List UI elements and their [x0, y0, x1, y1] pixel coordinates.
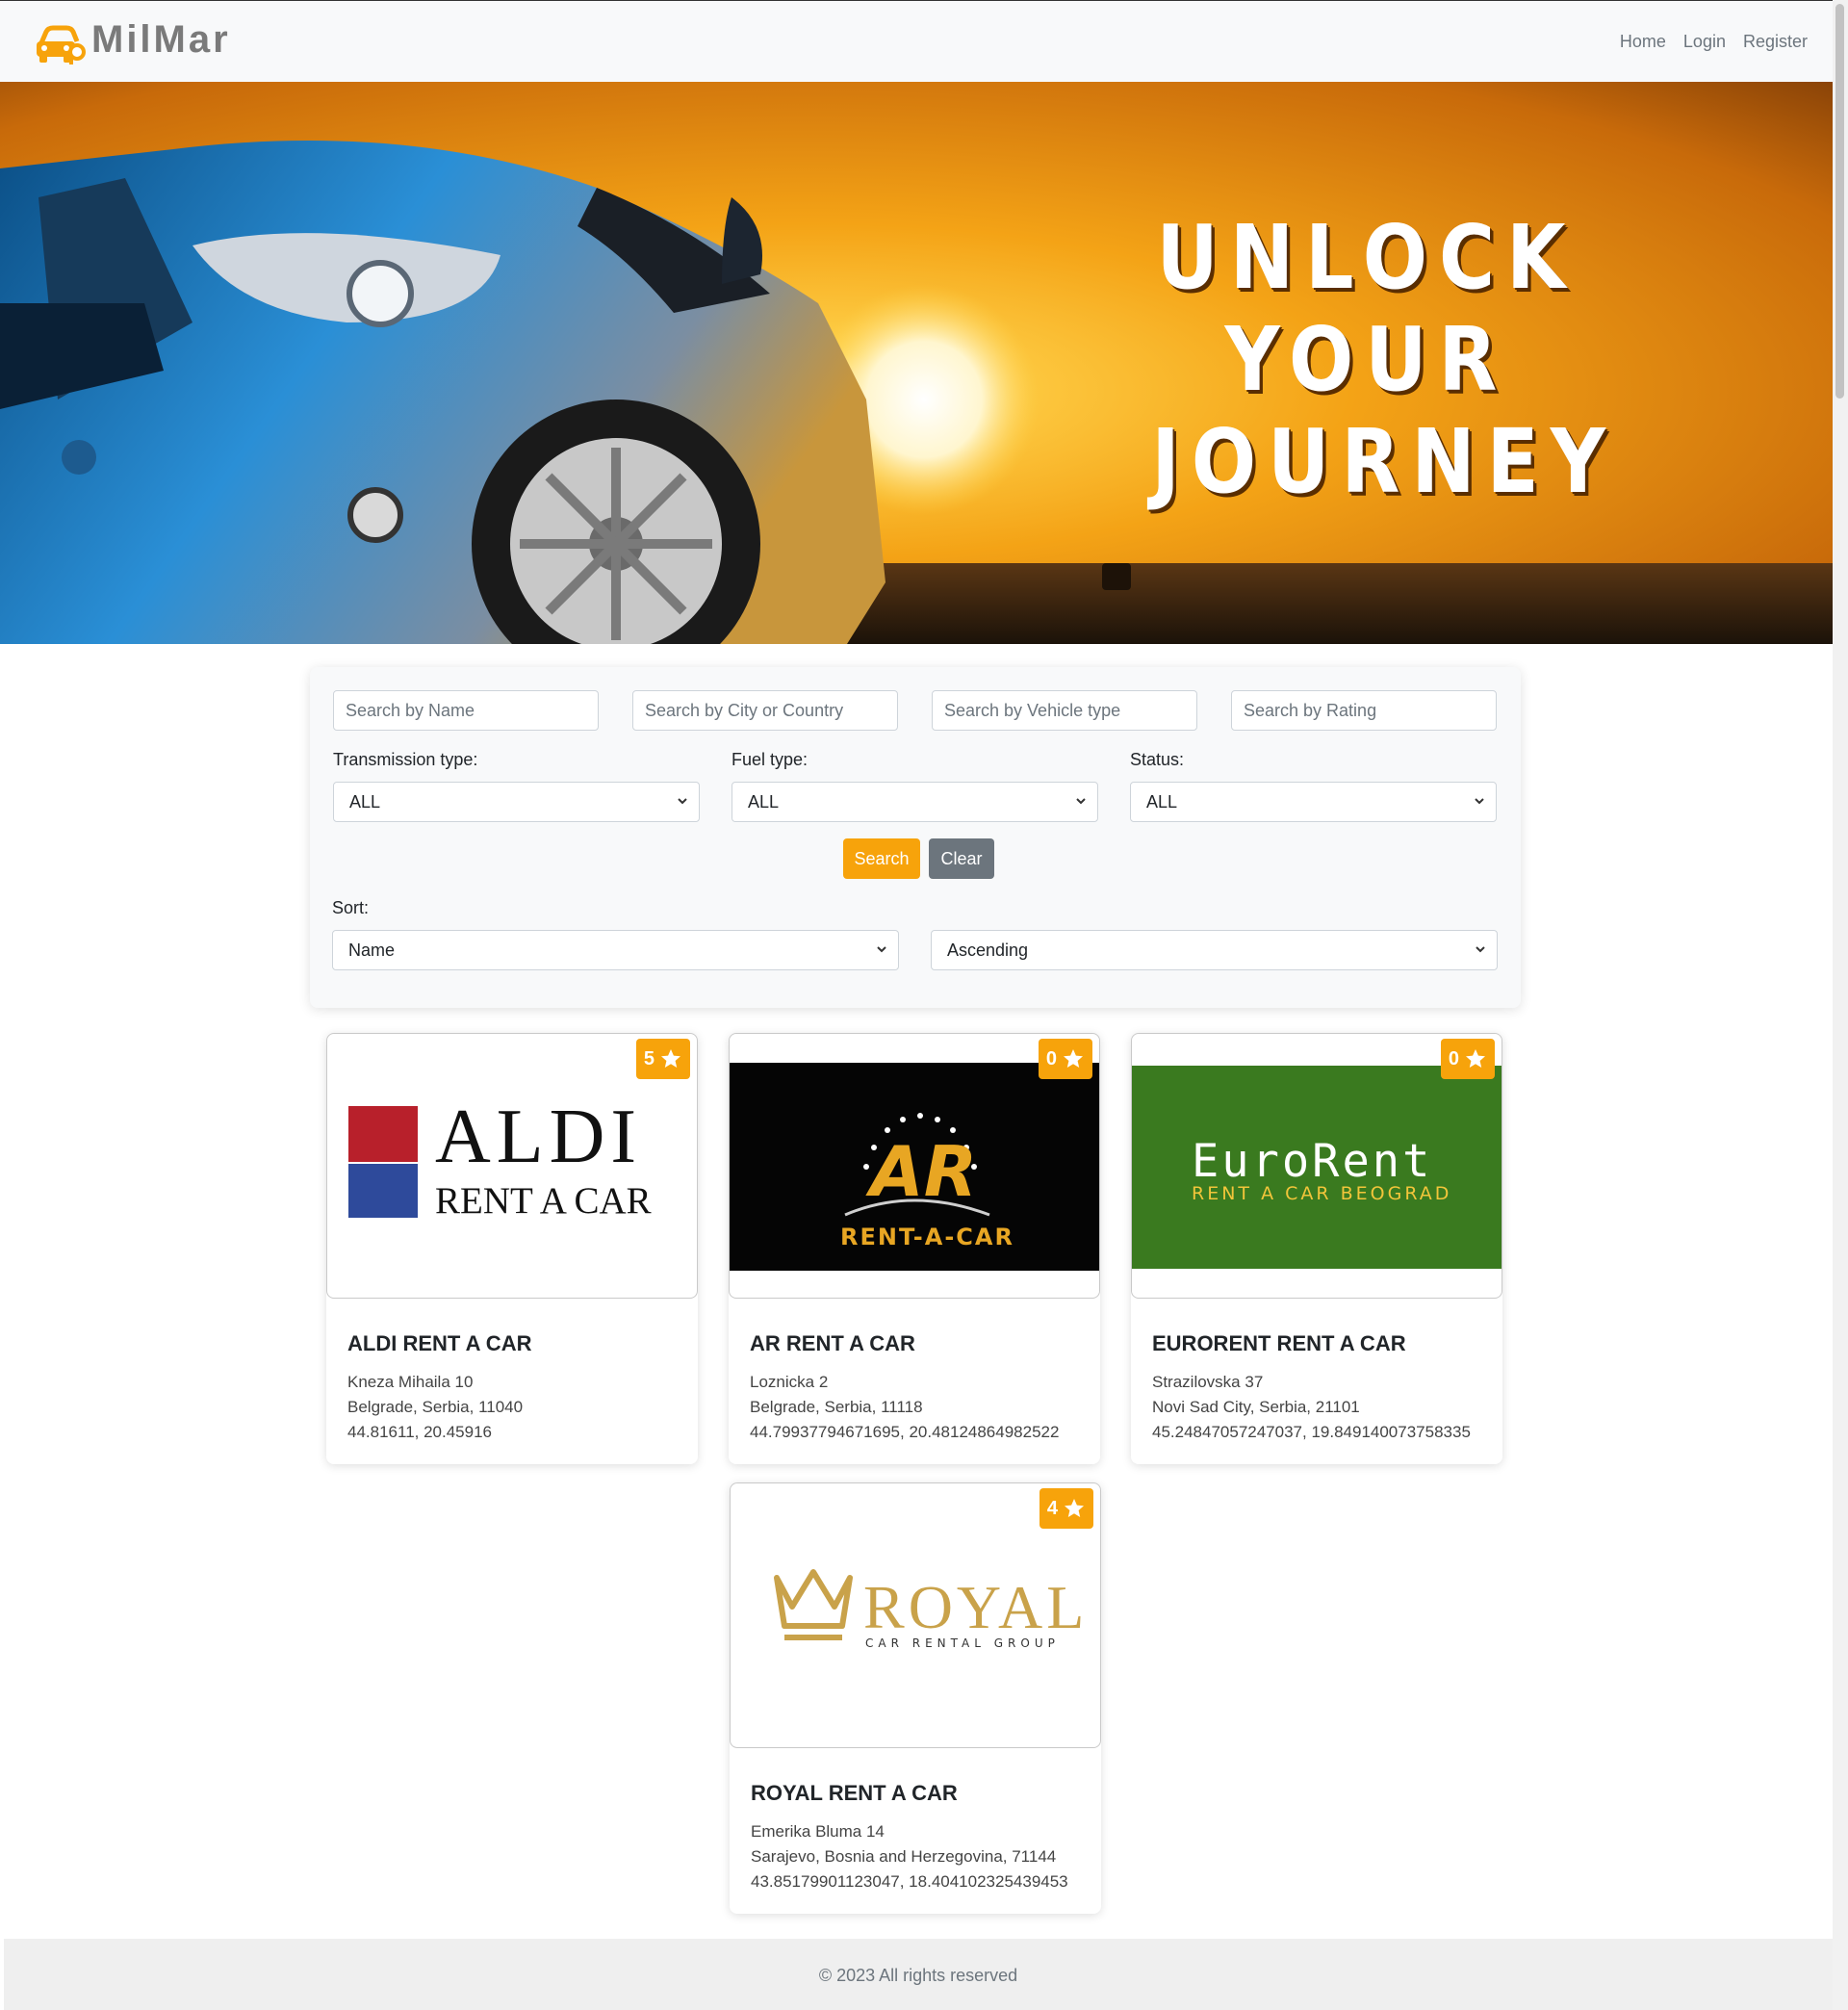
agency-city: Belgrade, Serbia, 11040: [347, 1398, 524, 1416]
agency-card[interactable]: AR RENT-A-CAR 0 AR RENT A CAR Loznicka 2…: [729, 1033, 1100, 1464]
star-icon: [661, 1049, 680, 1068]
agency-card[interactable]: EuroRent RENT A CAR BEOGRAD 0 EURORENT R…: [1131, 1033, 1502, 1464]
rating-badge: 5: [635, 1039, 690, 1079]
search-rating-input[interactable]: [1231, 690, 1497, 731]
agency-card[interactable]: ALDI RENT A CAR 5 ALDI RENT A CAR Kneza …: [326, 1033, 698, 1464]
status-select[interactable]: ALL: [1130, 782, 1497, 822]
nav-links: Home Login Register: [1620, 32, 1808, 52]
sort-order-value: Ascending: [947, 940, 1029, 960]
rating-badge: 0: [1038, 1039, 1092, 1079]
sort-order-select[interactable]: Ascending: [931, 930, 1498, 970]
aldi-logo-line-2: RENT A CAR: [435, 1180, 652, 1222]
clear-button[interactable]: Clear: [929, 838, 994, 879]
royal-logo-line-2: CAR RENTAL GROUP: [865, 1636, 1060, 1650]
brand-name[interactable]: MilMar: [91, 18, 231, 62]
aldi-logo-line-1: ALDI: [435, 1095, 642, 1179]
fuel-label: Fuel type:: [732, 750, 808, 769]
search-filter-panel: Transmission type: Fuel type: Status: AL…: [310, 667, 1521, 1008]
eurorent-logo-line-1: EuroRent: [1192, 1135, 1432, 1188]
royal-logo-line-1: ROYAL: [863, 1573, 1088, 1641]
sort-field-select[interactable]: Name: [332, 930, 899, 970]
car-key-icon[interactable]: [35, 20, 87, 64]
transmission-select-value: ALL: [349, 791, 381, 812]
agency-city: Belgrade, Serbia, 11118: [750, 1398, 923, 1416]
agency-name[interactable]: EURORENT RENT A CAR: [1152, 1331, 1406, 1356]
chevron-down-icon: [1476, 946, 1485, 953]
hero-line-1: UNLOCK: [1156, 206, 1578, 309]
agency-street: Strazilovska 37: [1152, 1373, 1264, 1391]
search-vehicle-input[interactable]: [932, 690, 1197, 731]
hero-line-2: YOUR: [1224, 308, 1509, 411]
rating-value: 4: [1046, 1497, 1058, 1519]
chevron-down-icon: [678, 798, 687, 805]
hero-banner: UNLOCK YOUR JOURNEY: [0, 82, 1833, 644]
star-icon: [1466, 1049, 1485, 1068]
sort-label: Sort:: [332, 898, 370, 917]
rating-badge: 0: [1440, 1039, 1495, 1079]
rating-value: 5: [643, 1047, 654, 1069]
footer-copyright: © 2023 All rights reserved: [818, 1966, 1018, 1985]
fuel-select[interactable]: ALL: [732, 782, 1098, 822]
star-icon: [1065, 1499, 1084, 1517]
rating-badge: 4: [1039, 1488, 1093, 1529]
status-label: Status:: [1130, 750, 1185, 769]
eurorent-logo-line-2: RENT A CAR BEOGRAD: [1192, 1183, 1451, 1204]
agency-street: Loznicka 2: [750, 1373, 829, 1391]
agency-street: Kneza Mihaila 10: [347, 1373, 474, 1391]
hero-title: UNLOCK YOUR JOURNEY: [1151, 206, 1618, 513]
chevron-down-icon: [1475, 798, 1484, 805]
agency-city: Sarajevo, Bosnia and Herzegovina, 71144: [751, 1847, 1057, 1866]
rating-value: 0: [1045, 1047, 1057, 1069]
agency-street: Emerika Bluma 14: [751, 1822, 885, 1841]
search-location-input[interactable]: [632, 690, 898, 731]
rating-value: 0: [1448, 1047, 1459, 1069]
star-icon: [1064, 1049, 1083, 1068]
status-select-value: ALL: [1146, 791, 1178, 812]
search-name-input[interactable]: [333, 690, 599, 731]
fuel-select-value: ALL: [748, 791, 780, 812]
agency-name[interactable]: AR RENT A CAR: [750, 1331, 915, 1356]
transmission-label: Transmission type:: [333, 750, 478, 769]
chevron-down-icon: [877, 946, 886, 953]
chevron-down-icon: [1076, 798, 1086, 805]
transmission-select[interactable]: ALL: [333, 782, 700, 822]
nav-home-link[interactable]: Home: [1620, 32, 1666, 52]
agency-name[interactable]: ALDI RENT A CAR: [347, 1331, 531, 1356]
agency-coords: 43.85179901123047, 18.404102325439453: [751, 1872, 1068, 1891]
agency-city: Novi Sad City, Serbia, 21101: [1152, 1398, 1360, 1416]
navbar: MilMar Home Login Register: [0, 1, 1833, 82]
agency-coords: 44.79937794671695, 20.48124864982522: [750, 1423, 1060, 1441]
agency-coords: 45.24847057247037, 19.849140073758335: [1152, 1423, 1471, 1441]
ar-logo-line-2: RENT-A-CAR: [840, 1224, 1014, 1250]
search-button[interactable]: Search: [843, 838, 920, 879]
nav-login-link[interactable]: Login: [1683, 32, 1726, 52]
scrollbar-thumb[interactable]: [1835, 4, 1844, 399]
nav-register-link[interactable]: Register: [1743, 32, 1808, 52]
sort-field-value: Name: [348, 940, 396, 960]
agency-coords: 44.81611, 20.45916: [347, 1423, 492, 1441]
footer: © 2023 All rights reserved: [4, 1939, 1833, 2010]
hero-line-3: JOURNEY: [1151, 410, 1618, 513]
agency-name[interactable]: ROYAL RENT A CAR: [751, 1781, 958, 1806]
agency-card[interactable]: ROYAL CAR RENTAL GROUP 4 ROYAL RENT A CA…: [730, 1482, 1101, 1914]
